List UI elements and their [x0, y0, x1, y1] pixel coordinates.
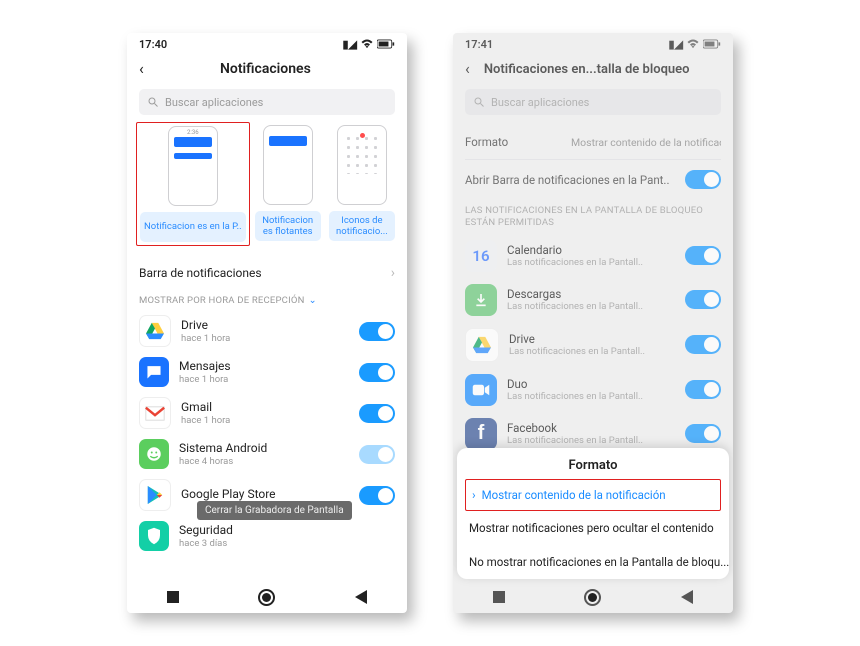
status-icons: ▮◢	[342, 38, 395, 51]
toggle-drive[interactable]	[685, 335, 721, 354]
page-title: Notificaciones en...talla de bloqueo	[484, 62, 721, 77]
chevron-right-icon: ›	[391, 265, 395, 281]
search-bar[interactable]: Buscar aplicaciones	[139, 89, 395, 115]
toggle-mensajes[interactable]	[359, 363, 395, 382]
gmail-icon	[139, 397, 171, 429]
highlight-box-option: › Mostrar contenido de la notificación	[465, 479, 721, 511]
row-notification-bar[interactable]: Barra de notificaciones ›	[127, 257, 407, 289]
app-row-drive[interactable]: Drive hace 1 hora	[127, 310, 407, 352]
battery-icon	[377, 39, 395, 49]
row-formato[interactable]: Formato Mostrar contenido de la notifica…	[453, 125, 733, 159]
app-row-downloads[interactable]: Descargas Las notificaciones en la Panta…	[453, 278, 733, 322]
tile-lockscreen-notifications[interactable]: 2:36 Notificacion es en la P..	[140, 126, 246, 242]
header: ‹ Notificaciones	[127, 55, 407, 85]
security-icon	[139, 521, 169, 551]
toggle-open-notifbar[interactable]	[685, 170, 721, 189]
status-bar: 17:41 ▮◢	[453, 33, 733, 55]
nav-recents-icon[interactable]	[167, 591, 179, 603]
app-row-gmail[interactable]: Gmail hace 1 hora	[127, 392, 407, 434]
toggle-gmail[interactable]	[359, 404, 395, 423]
chevron-down-icon: ⌄	[309, 295, 317, 306]
nav-home-icon[interactable]	[584, 589, 601, 606]
messages-icon	[139, 357, 169, 387]
calendar-icon: 16	[465, 240, 497, 272]
option-show-content[interactable]: › Mostrar contenido de la notificación	[466, 480, 720, 510]
sheet-title: Formato	[457, 448, 729, 479]
format-action-sheet: Formato › Mostrar contenido de la notifi…	[457, 448, 729, 579]
facebook-icon: f	[465, 418, 497, 450]
page-title: Notificaciones	[136, 61, 395, 77]
toggle-drive[interactable]	[359, 322, 395, 341]
status-time: 17:41	[465, 38, 493, 51]
wifi-icon	[687, 39, 699, 49]
app-row-android[interactable]: Sistema Android hace 4 horas	[127, 434, 407, 474]
check-icon: ›	[472, 488, 476, 502]
nav-back-icon[interactable]	[681, 590, 693, 604]
sort-caption[interactable]: MOSTRAR POR HORA DE RECEPCIÓN⌄	[127, 289, 407, 310]
toggle-downloads[interactable]	[685, 290, 721, 309]
app-row-calendar[interactable]: 16 Calendario Las notificaciones en la P…	[453, 234, 733, 278]
back-icon[interactable]: ‹	[465, 61, 470, 77]
search-bar[interactable]: Buscar aplicaciones	[465, 89, 721, 115]
highlight-box-lockscreen: 2:36 Notificacion es en la P..	[136, 122, 250, 246]
status-icons: ▮◢	[668, 38, 721, 51]
toggle-android[interactable]	[359, 445, 395, 464]
search-icon	[147, 96, 159, 108]
nav-bar	[453, 581, 733, 613]
option-no-notifications[interactable]: No mostrar notificaciones en la Pantalla…	[457, 545, 729, 579]
app-row-seguridad[interactable]: Seguridad hace 3 días	[127, 516, 407, 556]
drive-icon	[139, 315, 171, 347]
row-open-notification-bar[interactable]: Abrir Barra de notificaciones en la Pant…	[453, 160, 733, 199]
battery-icon	[703, 39, 721, 49]
app-row-duo[interactable]: Duo Las notificaciones en la Pantall..	[453, 368, 733, 412]
app-row-mensajes[interactable]: Mensajes hace 1 hora	[127, 352, 407, 392]
drive-icon	[465, 328, 499, 362]
search-placeholder: Buscar aplicaciones	[491, 96, 589, 109]
app-row-drive[interactable]: Drive Las notificaciones en la Pantall..	[453, 322, 733, 368]
android-icon	[139, 439, 169, 469]
duo-icon	[465, 374, 497, 406]
nav-home-icon[interactable]	[258, 589, 275, 606]
signal-icon: ▮◢	[342, 38, 357, 51]
header: ‹ Notificaciones en...talla de bloqueo	[453, 55, 733, 85]
option-hide-content[interactable]: Mostrar notificaciones pero ocultar el c…	[457, 511, 729, 545]
caption-permitted: LAS NOTIFICACIONES EN LA PANTALLA DE BLO…	[453, 199, 733, 234]
search-icon	[473, 96, 485, 108]
nav-back-icon[interactable]	[355, 590, 367, 604]
search-placeholder: Buscar aplicaciones	[165, 96, 263, 109]
signal-icon: ▮◢	[668, 38, 683, 51]
screenshot-notifications: 17:40 ▮◢ ‹ Notificaciones Buscar aplicac…	[127, 33, 407, 613]
status-bar: 17:40 ▮◢	[127, 33, 407, 55]
toggle-calendar[interactable]	[685, 246, 721, 265]
toggle-duo[interactable]	[685, 380, 721, 399]
play-store-icon	[139, 479, 171, 511]
toggle-facebook[interactable]	[685, 424, 721, 443]
wifi-icon	[361, 39, 373, 49]
screenshot-lockscreen-notifications: 17:41 ▮◢ ‹ Notificaciones en...talla de …	[453, 33, 733, 613]
tile-notification-icons[interactable]: Iconos de notificacio...	[329, 125, 395, 243]
tile-floating-notifications[interactable]: Notificacion es flotantes	[255, 125, 321, 243]
nav-recents-icon[interactable]	[493, 591, 505, 603]
toggle-play[interactable]	[359, 486, 395, 505]
format-tiles: 2:36 Notificacion es en la P.. Notificac…	[127, 125, 407, 243]
nav-bar	[127, 581, 407, 613]
download-icon	[465, 284, 497, 316]
status-time: 17:40	[139, 38, 167, 51]
